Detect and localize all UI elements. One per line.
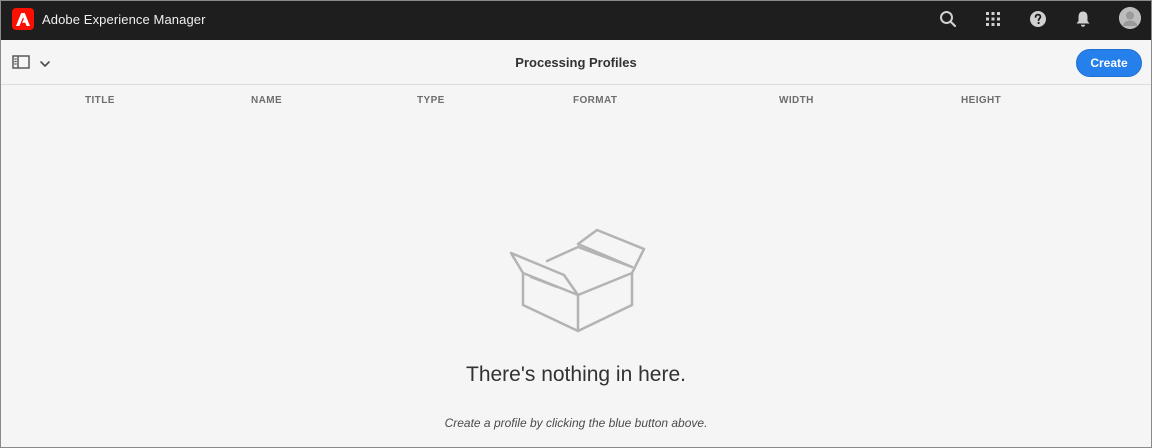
empty-state-subtitle: Create a profile by clicking the blue bu… (444, 416, 708, 430)
bell-icon[interactable] (1073, 9, 1093, 29)
empty-state-title: There's nothing in here. (466, 363, 686, 386)
app-window: Adobe Experience Manager Processing Prof… (0, 0, 1152, 448)
column-header-height[interactable]: HEIGHT (961, 95, 1001, 106)
column-header-width[interactable]: WIDTH (779, 95, 814, 106)
help-icon[interactable] (1028, 9, 1048, 29)
shell-bar: Adobe Experience Manager (1, 1, 1151, 40)
column-header-type[interactable]: TYPE (417, 95, 445, 106)
column-header-title[interactable]: TITLE (85, 95, 115, 106)
column-header-name[interactable]: NAME (251, 95, 282, 106)
app-title[interactable]: Adobe Experience Manager (42, 12, 206, 27)
column-header-format[interactable]: FORMAT (573, 95, 617, 106)
empty-box-icon (509, 228, 646, 333)
apps-grid-icon[interactable] (983, 9, 1003, 29)
page-title: Processing Profiles (515, 55, 637, 70)
create-button[interactable]: Create (1076, 49, 1142, 77)
adobe-logo-icon[interactable] (12, 8, 34, 30)
search-icon[interactable] (938, 9, 958, 29)
action-bar: Processing Profiles Create (1, 40, 1151, 85)
avatar[interactable] (1119, 7, 1141, 29)
